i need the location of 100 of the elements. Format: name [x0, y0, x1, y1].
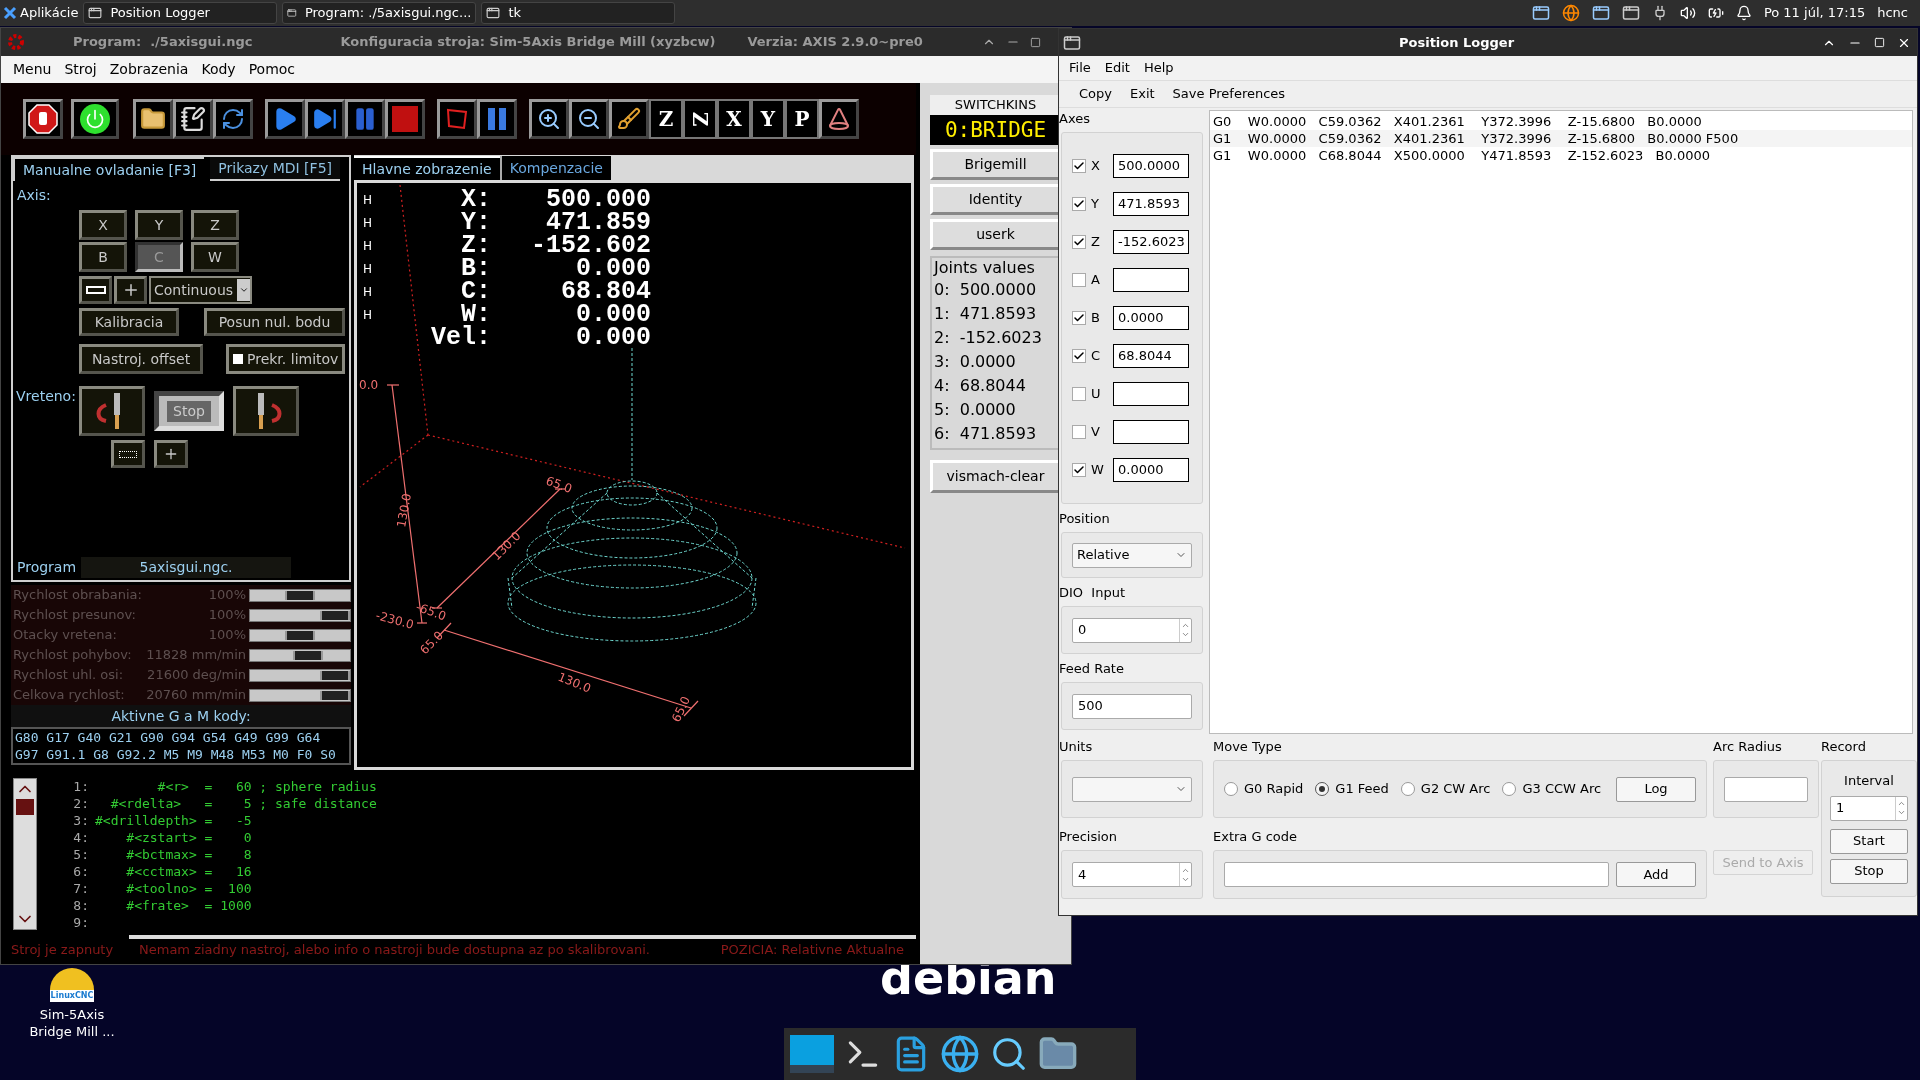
spindle-ccw-button[interactable]	[79, 386, 145, 436]
window-icon[interactable]	[1621, 4, 1640, 22]
axis-value-field[interactable]: 500.0000	[1113, 154, 1189, 178]
slider-thumb[interactable]	[320, 670, 350, 680]
kinematics-button[interactable]: Identity	[930, 184, 1061, 215]
task-button[interactable]: Position Logger	[83, 2, 278, 24]
spindle-slower-button[interactable]	[111, 440, 145, 468]
block-delete-button[interactable]	[437, 99, 477, 139]
stop-button[interactable]: Stop	[1830, 858, 1908, 884]
volume-icon[interactable]	[1679, 5, 1696, 21]
clock[interactable]: Po 11 júl, 17:15	[1763, 3, 1866, 23]
toolbar-button[interactable]: Copy	[1079, 84, 1112, 104]
slider-track[interactable]	[249, 668, 351, 682]
spinner-arrows-icon[interactable]	[1179, 618, 1191, 642]
calibration-button[interactable]: Kalibracia	[79, 308, 179, 336]
checkbox[interactable]	[1072, 425, 1086, 439]
axis-button[interactable]: Y	[135, 210, 183, 240]
tool-offset-button[interactable]: Nastroj. offset	[79, 344, 203, 374]
task-button[interactable]: tk	[481, 2, 676, 24]
slider-track[interactable]	[249, 688, 351, 702]
override-limits-checkbox[interactable]: Prekr. limitov	[226, 344, 345, 374]
slider-thumb[interactable]	[285, 630, 315, 640]
globe-icon[interactable]	[940, 1034, 980, 1074]
tab[interactable]: Hlavne zobrazenie	[354, 156, 500, 180]
extra-gcode-field[interactable]	[1224, 862, 1609, 887]
maximize-icon[interactable]	[1030, 36, 1041, 48]
arc-radius-field[interactable]	[1724, 776, 1808, 802]
battery-icon[interactable]	[1707, 5, 1724, 21]
radio-button[interactable]	[1400, 782, 1415, 796]
zoom-in-button[interactable]	[529, 99, 569, 139]
toolbar-button[interactable]: Exit	[1130, 84, 1155, 104]
stop-button[interactable]	[385, 99, 425, 139]
scrollbar-thumb[interactable]	[16, 799, 34, 815]
power-button[interactable]	[71, 99, 119, 139]
axis-value-field[interactable]	[1113, 268, 1189, 292]
spindle-stop-button[interactable]: Stop	[154, 391, 224, 431]
notification-icon[interactable]	[1735, 5, 1752, 21]
feed-rate-field[interactable]: 500	[1072, 693, 1192, 719]
checkbox[interactable]	[1072, 197, 1086, 211]
axis-button[interactable]: X	[79, 210, 127, 240]
checkbox[interactable]	[1072, 235, 1086, 249]
slider-thumb[interactable]	[320, 610, 350, 620]
pause-button[interactable]	[345, 99, 385, 139]
clear-button[interactable]	[609, 99, 649, 139]
log-entry[interactable]: G1 W0.0000 C68.8044 X500.0000 Y471.8593 Z-152.6023 B0.0000	[1210, 147, 1912, 164]
radio-label[interactable]: G1 Feed	[1335, 779, 1389, 799]
slider-track[interactable]	[249, 588, 351, 602]
log-entry[interactable]: G1 W0.0000 C59.0362 X401.2361 Y372.3996 Z-15.6800 B0.0000 F500	[1210, 130, 1912, 147]
view-button[interactable]: P	[785, 99, 819, 139]
search-icon[interactable]	[990, 1035, 1028, 1073]
menu-item[interactable]: File	[1069, 58, 1091, 78]
user-name[interactable]: hcnc	[1877, 3, 1908, 23]
browser-icon[interactable]	[1561, 4, 1580, 22]
clear-live-plot-button[interactable]	[819, 99, 859, 139]
radio-label[interactable]: G3 CCW Arc	[1522, 779, 1602, 799]
view-button[interactable]: Z	[683, 99, 717, 139]
toolbar-button[interactable]: Save Preferences	[1172, 84, 1286, 104]
start-button[interactable]: Start	[1830, 828, 1908, 854]
checkbox[interactable]	[1072, 273, 1086, 287]
emergency-stop-button[interactable]	[23, 99, 63, 139]
spinner-arrows-icon[interactable]	[1179, 863, 1191, 886]
slider-track[interactable]	[249, 628, 351, 642]
view-button[interactable]: Y	[751, 99, 785, 139]
reload-button[interactable]	[213, 99, 253, 139]
tab[interactable]: Kompenzacie	[499, 156, 611, 180]
axis-value-field[interactable]	[1113, 420, 1189, 444]
task-button[interactable]: Program: ./5axisgui.ngc...	[282, 2, 477, 24]
run-button[interactable]	[265, 99, 305, 139]
apps-menu-icon[interactable]	[3, 6, 17, 20]
radio-button[interactable]	[1224, 782, 1238, 796]
menu-item[interactable]: Pomoc	[248, 59, 296, 80]
step-button[interactable]	[305, 99, 345, 139]
checkbox[interactable]	[1072, 311, 1086, 325]
menu-item[interactable]: Help	[1143, 58, 1174, 78]
log-button[interactable]: Log	[1616, 776, 1696, 802]
radio-button[interactable]	[1502, 782, 1517, 796]
add-button[interactable]: Add	[1616, 862, 1696, 887]
offset-button[interactable]: Posun nul. bodu	[204, 308, 345, 336]
checkbox[interactable]	[1072, 463, 1086, 477]
axis-value-field[interactable]: 0.0000	[1113, 306, 1189, 330]
radio-label[interactable]: G0 Rapid	[1244, 779, 1304, 799]
interval-spinbox[interactable]: 1	[1830, 795, 1908, 821]
radio-label[interactable]: G2 CW Arc	[1420, 779, 1491, 799]
slider-thumb[interactable]	[293, 650, 324, 660]
show-desktop-icon[interactable]	[790, 1035, 834, 1073]
jog-minus-button[interactable]	[79, 276, 112, 304]
checkbox[interactable]	[1072, 159, 1086, 173]
view-button[interactable]: X	[717, 99, 751, 139]
jog-plus-button[interactable]	[114, 276, 147, 304]
view-button[interactable]: Z	[649, 99, 683, 139]
jog-mode-dropdown[interactable]: Continuous	[149, 276, 252, 304]
vismach-clear-button[interactable]: vismach-clear	[930, 460, 1061, 493]
axis-button[interactable]: W	[191, 242, 239, 272]
axis-button[interactable]: B	[79, 242, 127, 272]
scrollbar[interactable]	[13, 778, 37, 930]
apps-menu[interactable]: Aplikácie	[20, 3, 79, 23]
axis-value-field[interactable]: -152.6023	[1113, 230, 1189, 254]
open-button[interactable]	[133, 99, 173, 139]
menu-item[interactable]: Menu	[13, 59, 52, 80]
axis-value-field[interactable]: 471.8593	[1113, 192, 1189, 216]
